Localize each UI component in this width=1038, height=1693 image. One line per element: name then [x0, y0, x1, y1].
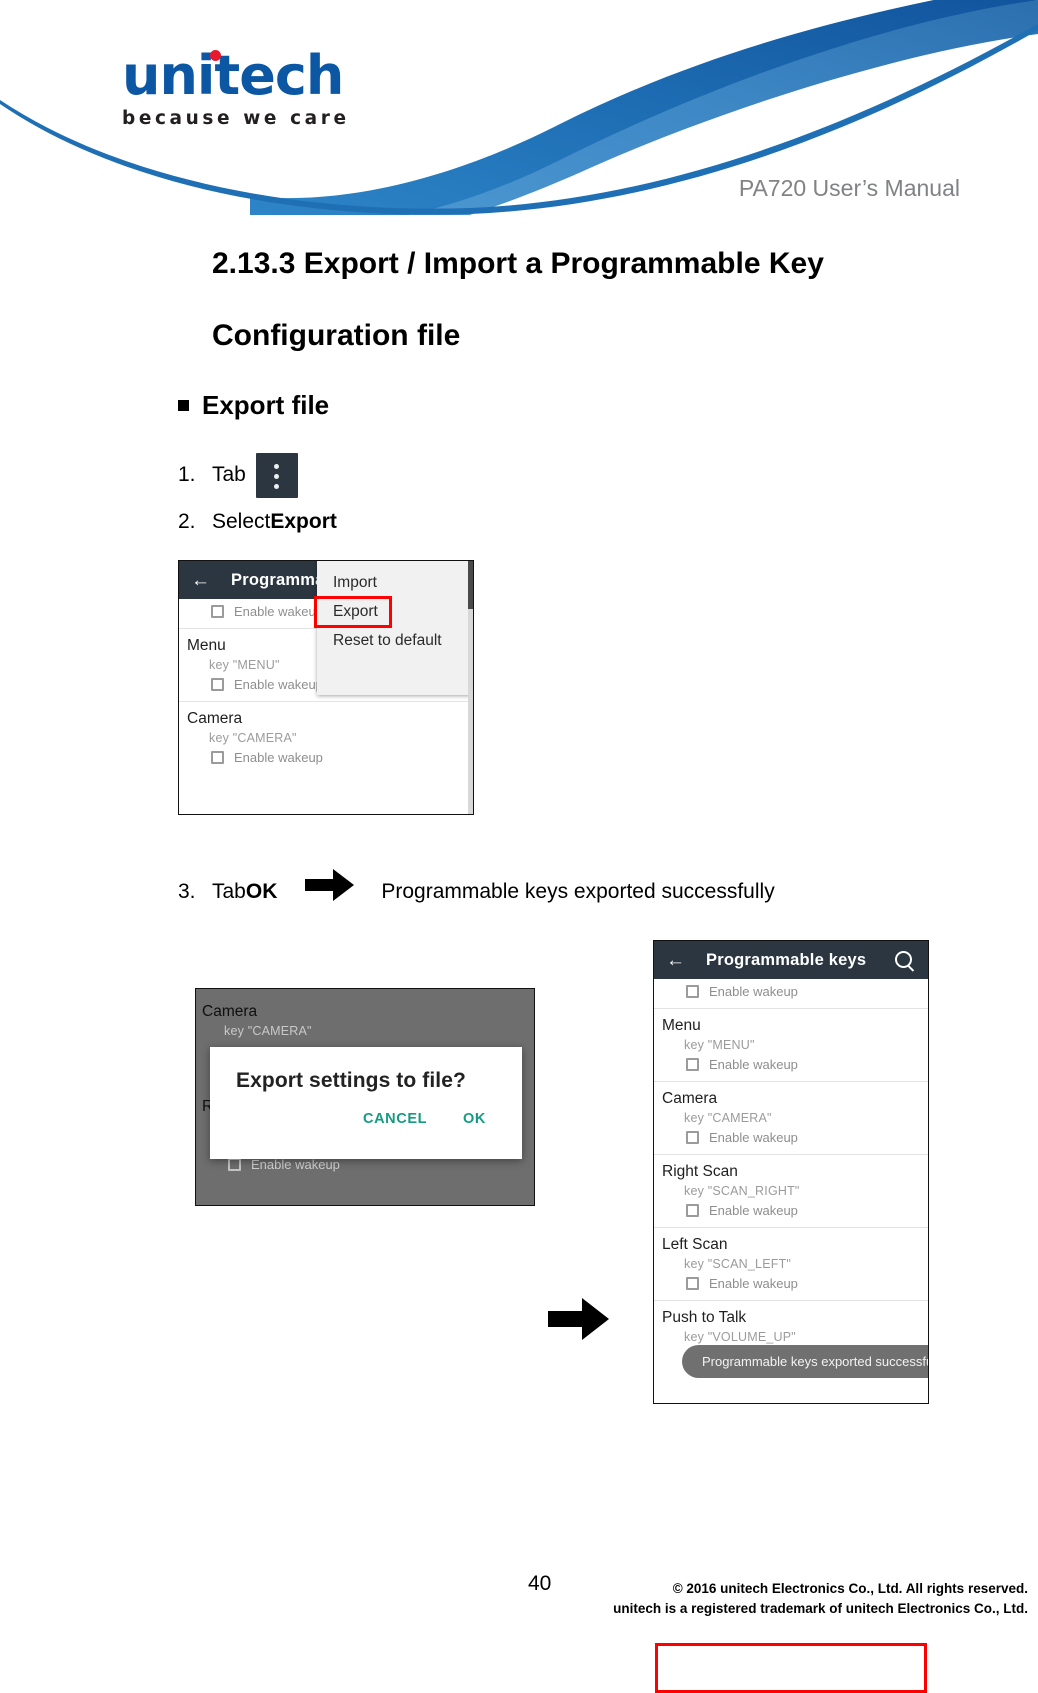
menu-item-export-wrapper: Export	[314, 596, 473, 628]
page-title: 2.13.3 Export / Import a Programmable Ke…	[212, 247, 824, 352]
page-number: 40	[528, 1572, 552, 1595]
enable-wakeup-label: Enable wakeup	[234, 604, 323, 619]
logo-wordmark: unitech	[122, 48, 344, 104]
group-key: key "CAMERA"	[209, 731, 297, 745]
group-name: Camera	[202, 1003, 258, 1020]
checkbox-icon[interactable]	[686, 1131, 699, 1144]
screenshot3-group-push-to-talk: Push to Talk key "VOLUME_UP"	[654, 1301, 928, 1350]
group-name: Menu	[662, 1017, 701, 1034]
enable-wakeup-label: Enable wakeup	[709, 984, 798, 999]
checkbox-icon[interactable]	[228, 1158, 241, 1171]
menu-item-export[interactable]: Export	[314, 596, 392, 628]
search-icon[interactable]	[895, 951, 912, 968]
screenshot-export-dialog: Camera key "CAMERA" Ri Enable wakeup Exp…	[195, 988, 535, 1206]
screenshot3-group-right-scan: Right Scan key "SCAN_RIGHT" Enable wakeu…	[654, 1155, 928, 1228]
checkbox-icon[interactable]	[211, 751, 224, 764]
menu-item-reset-to-default[interactable]: Reset to default	[317, 625, 472, 657]
manual-title: PA720 User’s Manual	[738, 175, 960, 201]
screenshot3-group-menu: Menu key "MENU" Enable wakeup	[654, 1009, 928, 1082]
step-2: 2. Select Export	[178, 503, 1038, 541]
step-3: 3. Tab OK Programmable keys exported suc…	[178, 868, 775, 915]
group-key: key "MENU"	[684, 1038, 755, 1052]
dialog-title: Export settings to file?	[236, 1069, 466, 1092]
step-2-number: 2.	[178, 510, 196, 533]
steps-list: 1. Tab 2. Select Export	[178, 447, 1038, 541]
cancel-button[interactable]: CANCEL	[363, 1111, 427, 1127]
overflow-menu-icon[interactable]	[255, 452, 298, 498]
group-name: Camera	[662, 1090, 718, 1107]
checkbox-icon[interactable]	[686, 1058, 699, 1071]
group-name: Camera	[187, 710, 243, 727]
checkbox-icon[interactable]	[686, 1204, 699, 1217]
right-arrow-icon	[305, 868, 355, 915]
logo-text: unitech	[122, 44, 344, 107]
logo-tagline: because we care	[122, 108, 350, 129]
group-name: Push to Talk	[662, 1309, 747, 1326]
bullet-heading-label: Export file	[202, 390, 330, 420]
group-key: key "SCAN_RIGHT"	[684, 1184, 800, 1198]
checkbox-icon[interactable]	[211, 605, 224, 618]
bullet-heading-export-file: Export file	[178, 390, 1038, 421]
unitech-logo: unitech because we care	[122, 48, 362, 130]
export-confirm-dialog: Export settings to file? CANCEL OK	[210, 1047, 522, 1159]
enable-wakeup-label: Enable wakeup	[709, 1057, 798, 1072]
page-content: 2.13.3 Export / Import a Programmable Ke…	[0, 228, 1038, 1693]
step-1: 1. Tab	[178, 447, 1038, 503]
screenshot3-title: Programmable keys	[706, 950, 867, 969]
group-key: key "CAMERA"	[224, 1024, 312, 1038]
back-arrow-icon[interactable]: ←	[191, 571, 217, 590]
checkbox-icon[interactable]	[686, 1277, 699, 1290]
enable-wakeup-label: Enable wakeup	[251, 1157, 340, 1172]
group-key: key "VOLUME_UP"	[684, 1330, 796, 1344]
enable-wakeup-row[interactable]: Enable wakeup	[179, 747, 473, 770]
enable-wakeup-label: Enable wakeup	[234, 750, 323, 765]
enable-wakeup-label: Enable wakeup	[234, 677, 323, 692]
group-name: Left Scan	[662, 1236, 728, 1253]
step-3-bold: OK	[245, 879, 278, 903]
right-arrow-icon-2	[548, 1296, 610, 1347]
screenshot-overflow-menu: ← Programmable keys Enable wakeup Menu k…	[178, 560, 474, 815]
step-3-label: Tab	[212, 879, 246, 903]
copyright-line-1: © 2016 unitech Electronics Co., Ltd. All…	[672, 1581, 1028, 1596]
square-bullet-icon	[178, 400, 189, 411]
overflow-popup-menu: Import Export Reset to default	[314, 561, 473, 695]
step-2-label: Select	[212, 510, 271, 533]
screenshot3-top-row: Enable wakeup	[654, 979, 928, 1009]
enable-wakeup-row[interactable]: Enable wakeup	[654, 1200, 928, 1223]
enable-wakeup-row[interactable]: Enable wakeup	[654, 1127, 928, 1150]
enable-wakeup-label: Enable wakeup	[709, 1203, 798, 1218]
scrollbar-thumb[interactable]	[468, 561, 473, 609]
page-header: unitech because we care PA720 User’s Man…	[0, 0, 1038, 215]
screenshot3-appbar: ← Programmable keys	[654, 941, 928, 979]
group-key: key "SCAN_LEFT"	[684, 1257, 792, 1271]
back-arrow-icon[interactable]: ←	[666, 951, 692, 970]
checkbox-icon[interactable]	[211, 678, 224, 691]
enable-wakeup-label: Enable wakeup	[709, 1130, 798, 1145]
enable-wakeup-row[interactable]: Enable wakeup	[654, 1054, 928, 1077]
enable-wakeup-row[interactable]: Enable wakeup	[654, 1273, 928, 1296]
toast-highlight-box	[655, 1643, 927, 1693]
enable-wakeup-row[interactable]: Enable wakeup	[654, 981, 928, 1004]
dialog-actions: CANCEL OK	[210, 1093, 522, 1143]
checkbox-icon[interactable]	[686, 985, 699, 998]
step-3-number: 3.	[178, 879, 196, 903]
group-name: Right Scan	[662, 1163, 738, 1180]
screenshot3-group-left-scan: Left Scan key "SCAN_LEFT" Enable wakeup	[654, 1228, 928, 1301]
toast-message: Programmable keys exported successfully	[682, 1345, 928, 1378]
step-1-number: 1.	[178, 463, 196, 486]
screenshot3-group-camera: Camera key "CAMERA" Enable wakeup	[654, 1082, 928, 1155]
logo-red-dot	[210, 50, 221, 61]
group-key: key "CAMERA"	[684, 1111, 772, 1125]
step-3-tail: Programmable keys exported successfully	[381, 879, 775, 903]
screenshot-result-list: ← Programmable keys Enable wakeup Menu k…	[653, 940, 929, 1404]
screenshot1-group-camera: Camera key "CAMERA" Enable wakeup	[179, 702, 473, 774]
enable-wakeup-label: Enable wakeup	[709, 1276, 798, 1291]
ok-button[interactable]: OK	[463, 1111, 486, 1127]
menu-item-import[interactable]: Import	[317, 567, 472, 599]
copyright-line-2: unitech is a registered trademark of uni…	[613, 1601, 1028, 1616]
step-1-label: Tab	[212, 463, 246, 486]
step-2-bold: Export	[270, 510, 337, 533]
